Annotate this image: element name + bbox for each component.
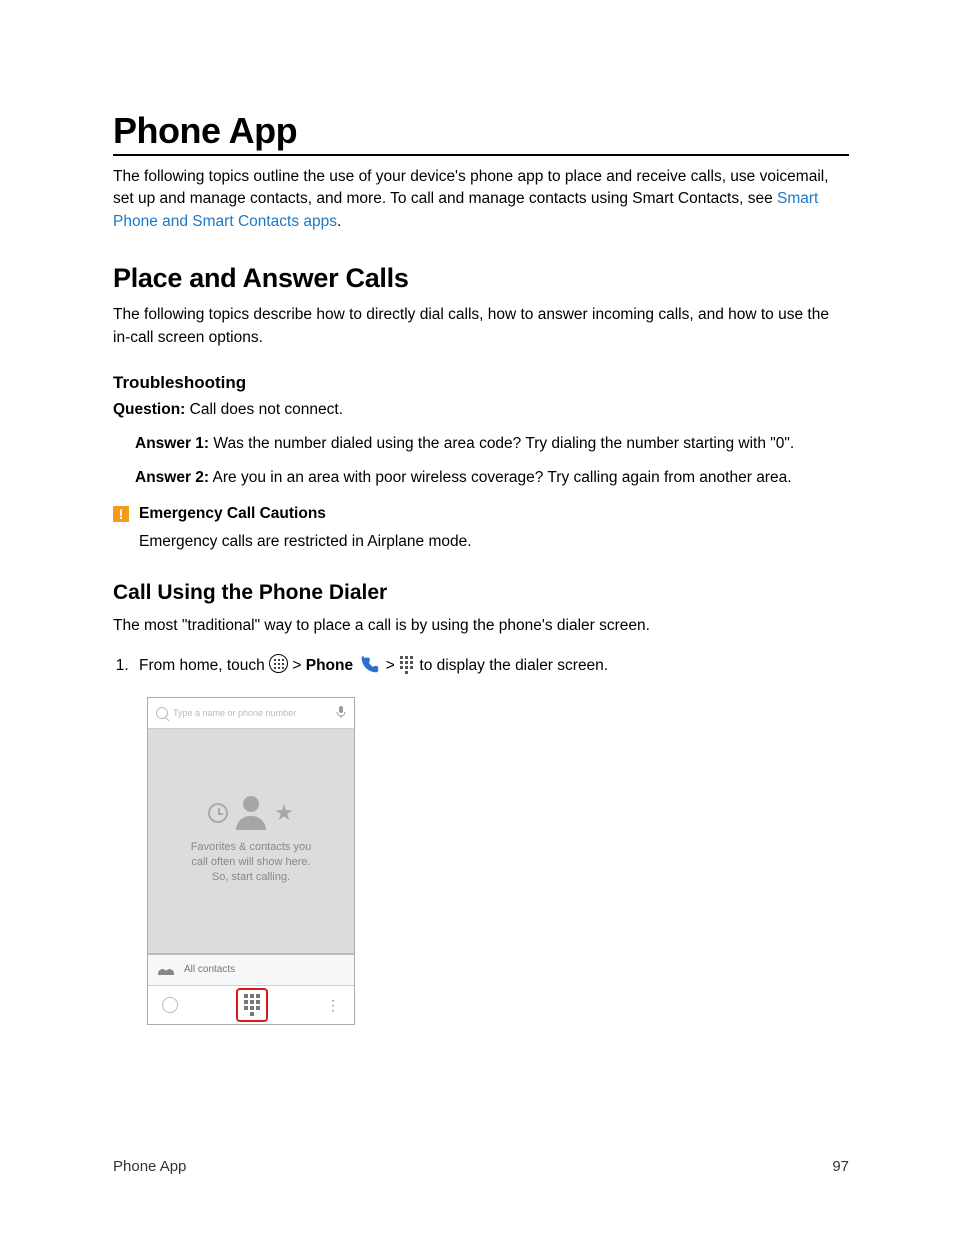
intro-text-post: . (337, 213, 341, 230)
caution-title: Emergency Call Cautions (139, 505, 326, 523)
answer-2-line: Answer 2: Are you in an area with poor w… (135, 469, 849, 487)
step-1-gt1: > (292, 657, 305, 674)
question-text: Call does not connect. (185, 401, 343, 418)
mock-search-bar: Type a name or phone number (148, 698, 354, 729)
apps-icon (269, 654, 288, 673)
section-place-answer-heading: Place and Answer Calls (113, 263, 849, 294)
warning-icon: ! (113, 506, 129, 522)
intro-paragraph: The following topics outline the use of … (113, 166, 849, 233)
dialpad-button-highlight (236, 988, 268, 1022)
section-dialer-heading: Call Using the Phone Dialer (113, 581, 849, 605)
step-1-gt2: > (386, 657, 399, 674)
mock-empty-state: ★ Favorites & contacts you call often wi… (148, 729, 354, 953)
recent-icon (162, 997, 178, 1013)
answer-1-text: Was the number dialed using the area cod… (209, 435, 794, 452)
search-icon (156, 707, 168, 719)
mock-msg-line1: Favorites & contacts you (191, 840, 311, 855)
mock-msg-line2: call often will show here. (191, 855, 311, 870)
mock-all-contacts-label: All contacts (184, 964, 235, 975)
people-icon (158, 965, 174, 975)
mock-bottom-bar: ⋮ (148, 985, 354, 1024)
footer-page-number: 97 (832, 1158, 849, 1175)
intro-text-pre: The following topics outline the use of … (113, 168, 829, 207)
caution-row: ! Emergency Call Cautions (113, 505, 849, 523)
section-place-answer-body: The following topics describe how to dir… (113, 304, 849, 349)
dialpad-icon (244, 994, 260, 1016)
question-label: Question: (113, 401, 185, 418)
mic-icon (336, 705, 346, 721)
section-dialer-body: The most "traditional" way to place a ca… (113, 615, 849, 637)
question-line: Question: Call does not connect. (113, 401, 849, 419)
answer-2-label: Answer 2: (135, 469, 209, 486)
clock-icon (208, 803, 228, 823)
troubleshooting-heading: Troubleshooting (113, 373, 849, 393)
phone-handset-icon (357, 654, 381, 676)
mock-search-placeholder: Type a name or phone number (173, 708, 296, 718)
star-icon: ★ (274, 802, 294, 824)
mock-all-contacts-row: All contacts (148, 953, 354, 985)
caution-body: Emergency calls are restricted in Airpla… (139, 533, 849, 551)
answer-2-text: Are you in an area with poor wireless co… (209, 469, 791, 486)
more-icon: ⋮ (326, 998, 340, 1012)
person-icon (234, 796, 268, 830)
footer-title: Phone App (113, 1158, 186, 1175)
mock-msg-line3: So, start calling. (191, 870, 311, 885)
page-title: Phone App (113, 110, 849, 156)
answer-1-line: Answer 1: Was the number dialed using th… (135, 435, 849, 453)
step-1-pre: From home, touch (139, 657, 269, 674)
step-1-phone-label: Phone (306, 657, 353, 674)
dialer-screenshot: Type a name or phone number ★ Favorites … (147, 697, 355, 1025)
step-1-post: to display the dialer screen. (419, 657, 608, 674)
answer-1-label: Answer 1: (135, 435, 209, 452)
step-1: From home, touch > Phone > to display th… (133, 654, 849, 679)
dialpad-icon (399, 656, 415, 672)
